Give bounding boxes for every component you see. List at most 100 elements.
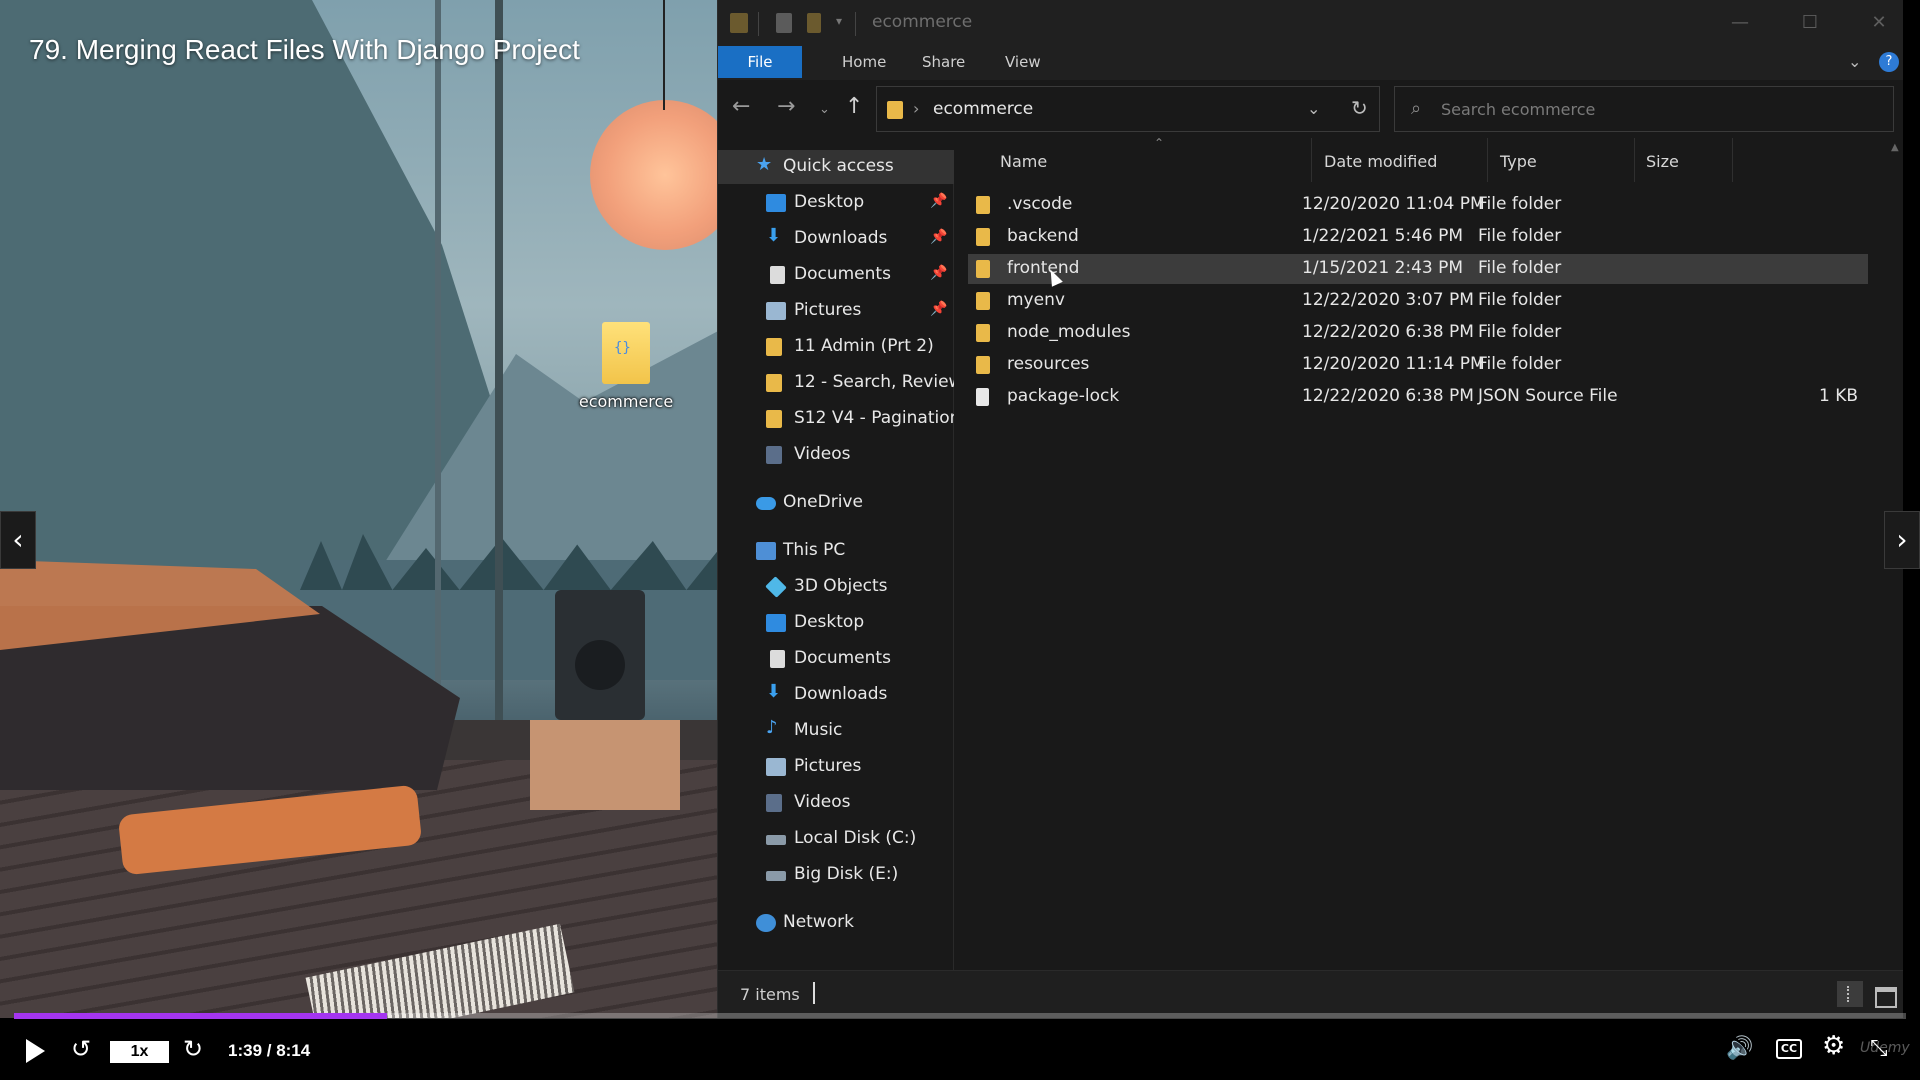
- folder-icon: [976, 324, 990, 342]
- forward-icon[interactable]: ↻: [183, 1037, 203, 1061]
- drive-icon: [766, 871, 786, 881]
- minimize-button[interactable]: —: [1718, 8, 1762, 38]
- file-row[interactable]: package-lock 12/22/2020 6:38 PM JSON Sou…: [968, 382, 1868, 412]
- sidebar-item-folder[interactable]: 11 Admin (Prt 2): [718, 330, 954, 364]
- sidebar-item-3d-objects[interactable]: 3D Objects: [718, 570, 954, 604]
- wallpaper-lamp-cord: [663, 0, 665, 110]
- column-divider[interactable]: [1311, 138, 1312, 182]
- column-divider[interactable]: [1487, 138, 1488, 182]
- sidebar-item-videos[interactable]: Videos: [718, 438, 954, 472]
- breadcrumb-chevron-icon[interactable]: ›: [913, 99, 919, 118]
- column-divider[interactable]: [1732, 138, 1733, 182]
- maximize-button[interactable]: ☐: [1788, 8, 1832, 38]
- tab-view[interactable]: View: [985, 46, 1061, 78]
- address-dropdown-icon[interactable]: ⌄: [1307, 99, 1320, 118]
- download-icon: ⬇: [766, 225, 782, 246]
- search-input[interactable]: [1441, 95, 1871, 123]
- sidebar-item-folder[interactable]: S12 V4 - Pagination: [718, 402, 960, 436]
- scroll-up-icon[interactable]: ▲: [1891, 142, 1899, 153]
- sidebar-item-big-disk[interactable]: Big Disk (E:): [718, 858, 954, 892]
- item-count: 7 items: [740, 985, 800, 1004]
- up-arrow-icon[interactable]: ↑: [845, 94, 863, 119]
- sidebar-item-network[interactable]: Network: [718, 906, 954, 940]
- properties-icon[interactable]: [776, 13, 792, 33]
- file-row[interactable]: node_modules 12/22/2020 6:38 PM File fol…: [968, 318, 1868, 348]
- folder-icon: [766, 410, 782, 428]
- file-row[interactable]: resources 12/20/2020 11:14 PM File folde…: [968, 350, 1868, 380]
- gear-icon[interactable]: ⚙: [1822, 1033, 1845, 1059]
- pin-icon: 📌: [930, 265, 948, 281]
- playback-speed-button[interactable]: 1x: [110, 1041, 169, 1063]
- column-divider[interactable]: [1634, 138, 1635, 182]
- tab-home[interactable]: Home: [822, 46, 906, 78]
- toolbar-divider: [855, 12, 856, 36]
- sidebar-item-pictures[interactable]: Pictures 📌: [718, 294, 954, 328]
- desktop-icon-ecommerce[interactable]: ecommerce: [566, 322, 686, 411]
- recent-locations-icon[interactable]: ⌄: [819, 102, 830, 117]
- file-row[interactable]: backend 1/22/2021 5:46 PM File folder: [968, 222, 1868, 252]
- navigation-pane: ★ Quick access Desktop 📌 ⬇ Downloads 📌 D…: [718, 150, 971, 970]
- folder-icon: [766, 374, 782, 392]
- back-arrow-icon[interactable]: ←: [732, 94, 750, 119]
- column-headers: ⌃ Name Date modified Type Size: [954, 136, 1889, 186]
- details-view-icon[interactable]: [1837, 981, 1863, 1007]
- sidebar-item-desktop[interactable]: Desktop: [718, 606, 954, 640]
- sidebar-item-videos[interactable]: Videos: [718, 786, 954, 820]
- drive-icon: [766, 835, 786, 845]
- address-bar[interactable]: › ecommerce ⌄ ↻: [876, 86, 1380, 132]
- next-lecture-button[interactable]: ›: [1884, 511, 1920, 569]
- folder-icon: [887, 101, 903, 119]
- folder-icon: [976, 228, 990, 246]
- desktop-icon: [766, 614, 786, 632]
- videos-icon: [766, 794, 782, 812]
- file-row[interactable]: .vscode 12/20/2020 11:04 PM File folder: [968, 190, 1868, 220]
- breadcrumb[interactable]: ecommerce: [933, 99, 1033, 119]
- status-bar: 7 items: [718, 970, 1903, 1018]
- close-button[interactable]: ✕: [1857, 8, 1901, 38]
- sidebar-item-onedrive[interactable]: OneDrive: [718, 486, 954, 520]
- tab-file[interactable]: File: [718, 46, 802, 78]
- column-header-name[interactable]: Name: [1000, 152, 1047, 171]
- pictures-icon: [766, 758, 786, 776]
- wallpaper-lamp: [590, 100, 720, 250]
- help-icon[interactable]: ?: [1879, 52, 1899, 72]
- new-folder-icon[interactable]: [807, 13, 821, 33]
- sidebar-item-documents[interactable]: Documents: [718, 642, 954, 676]
- file-explorer-window: ▾ ecommerce — ☐ ✕ File Home Share View ⌄…: [717, 0, 1903, 1018]
- sidebar-item-pictures[interactable]: Pictures: [718, 750, 954, 784]
- search-box[interactable]: ⌕: [1394, 86, 1894, 132]
- pin-icon: 📌: [930, 229, 948, 245]
- previous-lecture-button[interactable]: ‹: [0, 511, 36, 569]
- udemy-watermark: Udemy: [1860, 1040, 1910, 1056]
- expand-ribbon-chevron-icon[interactable]: ⌄: [1848, 52, 1861, 71]
- sidebar-item-local-disk[interactable]: Local Disk (C:): [718, 822, 954, 856]
- computer-icon: [756, 542, 776, 560]
- search-icon: ⌕: [1411, 98, 1422, 119]
- customize-toolbar-icon[interactable]: ▾: [836, 14, 842, 28]
- music-icon: ♪: [766, 717, 778, 738]
- play-icon[interactable]: [26, 1039, 45, 1063]
- wallpaper-window-frame: [495, 0, 503, 760]
- sidebar-item-desktop[interactable]: Desktop 📌: [718, 186, 954, 220]
- large-icons-view-icon[interactable]: [1871, 981, 1897, 1008]
- closed-captions-icon[interactable]: CC: [1776, 1039, 1802, 1059]
- sidebar-item-music[interactable]: ♪ Music: [718, 714, 954, 748]
- refresh-icon[interactable]: ↻: [1351, 96, 1368, 120]
- folder-icon: [730, 13, 748, 33]
- sidebar-item-documents[interactable]: Documents 📌: [718, 258, 954, 292]
- folder-icon: [976, 292, 990, 310]
- file-row[interactable]: myenv 12/22/2020 3:07 PM File folder: [968, 286, 1868, 316]
- column-header-type[interactable]: Type: [1500, 152, 1537, 171]
- sidebar-item-downloads[interactable]: ⬇ Downloads 📌: [718, 222, 954, 256]
- tab-share[interactable]: Share: [902, 46, 985, 78]
- forward-arrow-icon[interactable]: →: [777, 94, 795, 119]
- sidebar-item-this-pc[interactable]: This PC: [718, 534, 954, 568]
- file-row[interactable]: frontend 1/15/2021 2:43 PM File folder: [968, 254, 1868, 284]
- sidebar-item-quick-access[interactable]: ★ Quick access: [718, 150, 954, 184]
- sidebar-item-folder[interactable]: 12 - Search, Reviews: [718, 366, 971, 400]
- sidebar-item-downloads[interactable]: ⬇ Downloads: [718, 678, 954, 712]
- column-header-size[interactable]: Size: [1646, 152, 1679, 171]
- rewind-icon[interactable]: ↺: [71, 1037, 91, 1061]
- volume-icon[interactable]: 🔊: [1726, 1037, 1753, 1061]
- column-header-date[interactable]: Date modified: [1324, 152, 1437, 171]
